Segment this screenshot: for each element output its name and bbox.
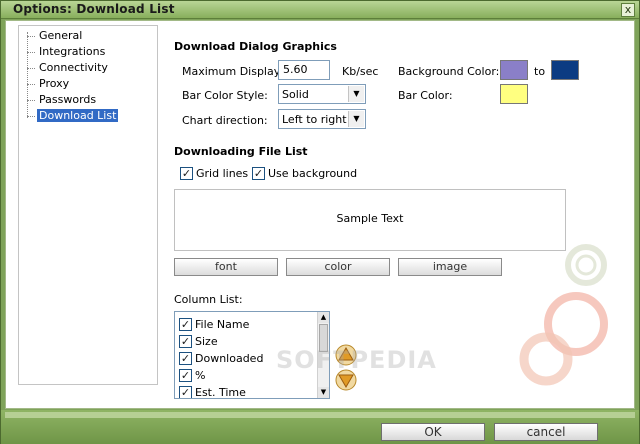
title-bar[interactable]: Options: Download List x (1, 1, 639, 19)
chevron-down-icon: ▼ (348, 111, 364, 127)
bg-color-from-swatch[interactable] (500, 60, 528, 80)
max-display-unit: Kb/sec (342, 65, 379, 78)
tree-item-integrations[interactable]: Integrations (19, 44, 157, 60)
checkbox-icon: ✓ (179, 368, 192, 382)
color-button[interactable]: color (286, 258, 390, 276)
bar-color-swatch[interactable] (500, 84, 528, 104)
tree-item-proxy[interactable]: Proxy (19, 76, 157, 92)
list-item[interactable]: ✓ Downloaded (179, 351, 263, 367)
list-item-label: Est. Time (195, 385, 246, 399)
list-item-label: File Name (195, 317, 250, 331)
grid-lines-label: Grid lines (196, 166, 249, 180)
column-list-label: Column List: (174, 293, 243, 306)
max-display-input[interactable]: 5.60 (278, 60, 330, 80)
use-background-check-icon: ✓ (252, 166, 265, 180)
sample-text: Sample Text (336, 212, 404, 225)
grid-lines-check-icon: ✓ (180, 166, 193, 180)
bar-style-select[interactable]: Solid ▼ (278, 84, 366, 104)
bg-color-label: Background Color: (398, 65, 500, 78)
list-item-label: Downloaded (195, 351, 264, 365)
checkbox-icon: ✓ (179, 334, 192, 348)
bg-color-to-swatch[interactable] (551, 60, 579, 80)
footer-band (5, 412, 635, 418)
chevron-down-icon: ▼ (348, 86, 364, 102)
scroll-down-icon[interactable]: ▼ (318, 387, 329, 398)
close-button[interactable]: x (621, 3, 635, 17)
font-button[interactable]: font (174, 258, 278, 276)
graphics-section-title: Download Dialog Graphics (174, 40, 337, 53)
tree-item-label: Download List (37, 109, 119, 122)
tree-item-label: Integrations (39, 45, 106, 58)
cancel-button[interactable]: cancel (494, 423, 598, 441)
grid-lines-checkbox[interactable]: ✓ Grid lines (180, 166, 248, 180)
bg-color-to-label: to (534, 65, 546, 78)
bar-style-label: Bar Color Style: (182, 89, 268, 102)
window-title: Options: Download List (13, 2, 175, 16)
checkbox-icon: ✓ (179, 317, 192, 331)
scroll-up-icon[interactable]: ▲ (318, 312, 329, 323)
tree-item-general[interactable]: General (19, 28, 157, 44)
bar-style-value: Solid (282, 88, 309, 101)
tree-item-label: Passwords (39, 93, 97, 106)
chart-direction-select[interactable]: Left to right ▼ (278, 109, 366, 129)
decorative-gears-icon (519, 244, 608, 386)
tree-item-connectivity[interactable]: Connectivity (19, 60, 157, 76)
bar-color-label: Bar Color: (398, 89, 453, 102)
list-item[interactable]: ✓ File Name (179, 317, 249, 333)
max-display-label: Maximum Display: (182, 65, 284, 78)
image-button[interactable]: image (398, 258, 502, 276)
category-tree: General Integrations Connectivity Proxy … (18, 25, 158, 385)
list-item-label: % (195, 368, 206, 382)
file-list-section-title: Downloading File List (174, 145, 308, 158)
options-window: Options: Download List x General Integra… (0, 0, 640, 444)
watermark-text: SOFTPEDIA (276, 346, 437, 374)
dialog-footer: OK cancel (1, 410, 639, 444)
tree-item-label: Connectivity (39, 61, 108, 74)
checkbox-icon: ✓ (179, 351, 192, 365)
chart-direction-label: Chart direction: (182, 114, 268, 127)
tree-item-label: General (39, 29, 83, 42)
tree-item-download-list[interactable]: Download List (19, 108, 157, 124)
use-background-label: Use background (268, 166, 358, 180)
ok-button[interactable]: OK (381, 423, 485, 441)
tree-item-passwords[interactable]: Passwords (19, 92, 157, 108)
chart-direction-value: Left to right (282, 113, 347, 126)
options-panel: General Integrations Connectivity Proxy … (5, 20, 635, 409)
list-item[interactable]: ✓ Size (179, 334, 218, 350)
tree-item-label: Proxy (39, 77, 70, 90)
list-item[interactable]: ✓ Est. Time (179, 385, 246, 399)
list-item-label: Size (195, 334, 218, 348)
list-item[interactable]: ✓% (179, 368, 205, 384)
use-background-checkbox[interactable]: ✓ Use background (252, 166, 357, 180)
checkbox-icon: ✓ (179, 385, 192, 399)
